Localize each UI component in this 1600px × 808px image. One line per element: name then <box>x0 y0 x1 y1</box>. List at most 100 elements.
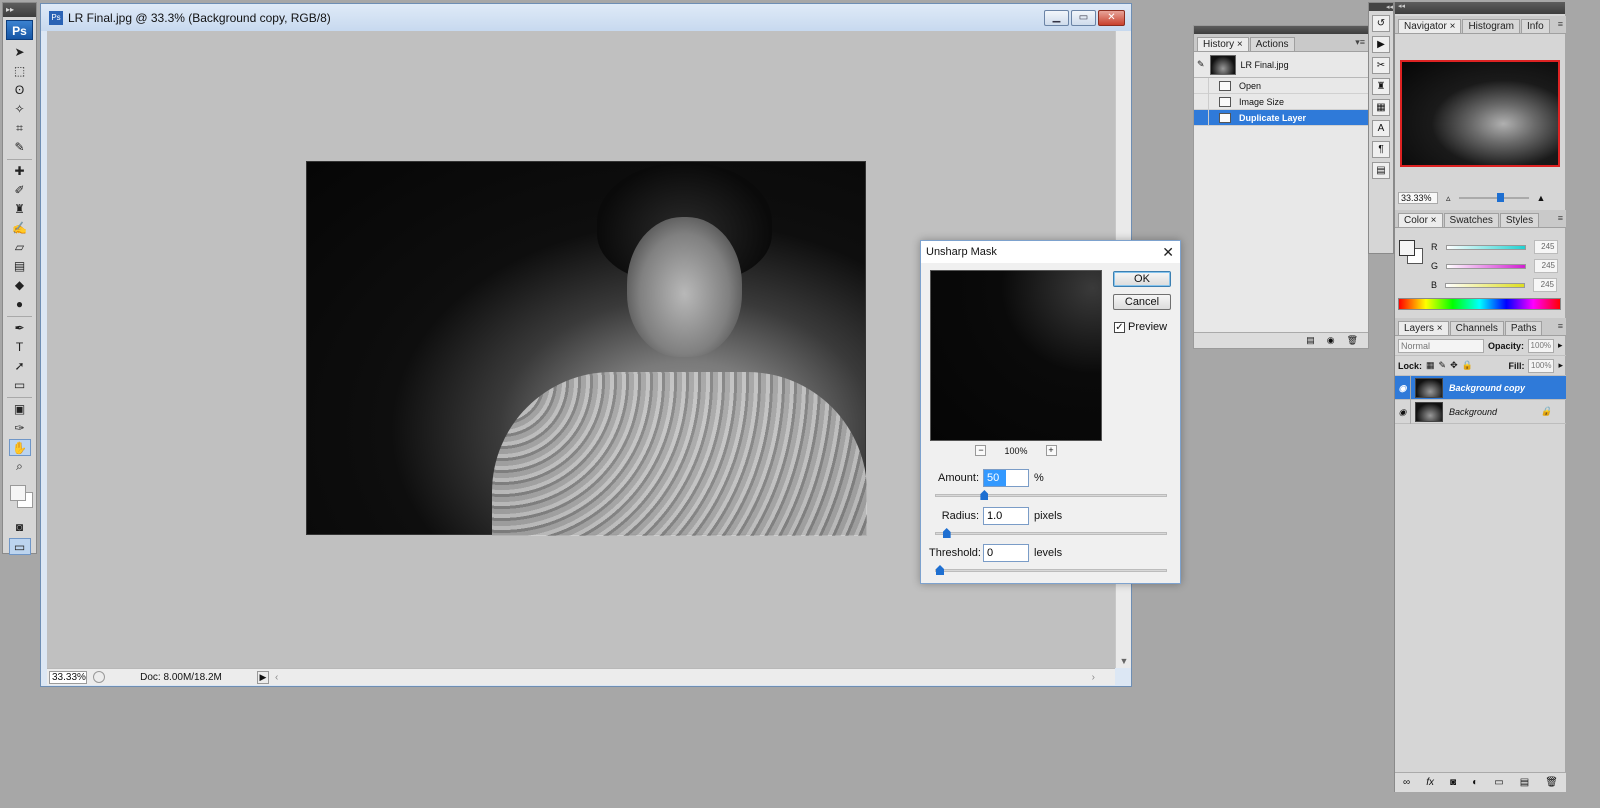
dialog-close-icon[interactable]: ✕ <box>1162 244 1174 261</box>
panel-menu-icon[interactable]: ≡ <box>1558 213 1563 223</box>
status-info-icon[interactable] <box>93 671 105 683</box>
tab-navigator[interactable]: Navigator × <box>1398 19 1462 33</box>
zoom-out-button[interactable]: − <box>975 445 987 456</box>
tab-histogram[interactable]: Histogram <box>1462 19 1521 33</box>
character-panel-icon[interactable]: A <box>1372 120 1390 137</box>
channel-slider[interactable] <box>1446 263 1527 269</box>
type-tool-icon[interactable]: T <box>9 339 31 356</box>
zoom-in-button[interactable]: + <box>1045 445 1057 456</box>
actions-panel-icon[interactable]: ▶ <box>1372 36 1390 53</box>
dialog-titlebar[interactable]: Unsharp Mask <box>921 241 1180 263</box>
opacity-field[interactable]: 100% <box>1528 338 1555 353</box>
fill-arrow-icon[interactable]: ▸ <box>1558 360 1563 371</box>
link-layers-icon[interactable]: ∞ <box>1403 777 1410 788</box>
foreground-color-box[interactable] <box>1399 240 1415 256</box>
channel-slider[interactable] <box>1445 244 1526 250</box>
delete-layer-icon[interactable]: 🗑 <box>1545 777 1558 788</box>
tool-presets-icon[interactable]: ✂ <box>1372 57 1390 74</box>
amount-input[interactable] <box>983 469 1029 487</box>
layer-style-icon[interactable]: fx <box>1426 777 1434 788</box>
history-brush-tool-icon[interactable]: ✍ <box>9 220 31 237</box>
layer-mask-icon[interactable]: ◙ <box>1450 777 1456 788</box>
tab-color[interactable]: Color × <box>1398 213 1443 227</box>
threshold-input[interactable] <box>983 544 1029 562</box>
visibility-eye-icon[interactable]: ◉ <box>1395 399 1411 424</box>
gradient-tool-icon[interactable]: ▤ <box>9 258 31 275</box>
brush-source-icon[interactable]: ✎ <box>1197 59 1205 70</box>
quick-mask-icon[interactable]: ◙ <box>9 519 31 536</box>
tab-layers[interactable]: Layers × <box>1398 321 1449 335</box>
panel-menu-icon[interactable]: ≡ <box>1558 19 1563 29</box>
preview-checkbox[interactable]: ✓ <box>1114 321 1125 333</box>
preview-toggle[interactable]: ✓ Preview <box>1114 321 1167 333</box>
fill-field[interactable]: 100% <box>1528 358 1555 373</box>
move-tool-icon[interactable]: ➤ <box>9 44 31 61</box>
tab-swatches[interactable]: Swatches <box>1443 213 1499 227</box>
navigator-zoom-slider[interactable] <box>1458 193 1529 202</box>
visibility-eye-icon[interactable]: ◉ <box>1395 375 1411 400</box>
tab-history[interactable]: History × <box>1197 37 1249 51</box>
close-button[interactable]: ✕ <box>1098 10 1125 26</box>
radius-slider-thumb[interactable] <box>942 528 951 538</box>
clone-stamp-tool-icon[interactable]: ♜ <box>9 201 31 218</box>
tools-grip[interactable]: ▸▸ <box>3 3 36 17</box>
channel-value[interactable]: 245 <box>1533 240 1558 254</box>
tab-actions[interactable]: Actions <box>1249 37 1295 51</box>
strip-collapse-icon[interactable]: ◂◂ <box>1369 3 1393 11</box>
color-swatches[interactable] <box>3 479 36 515</box>
adjustment-layer-icon[interactable]: ◐ <box>1472 777 1478 788</box>
scroll-left-icon[interactable]: ‹ <box>275 672 278 683</box>
zoom-tool-icon[interactable]: ⌕ <box>9 458 31 475</box>
crop-tool-icon[interactable]: ⌗ <box>9 120 31 137</box>
channel-slider[interactable] <box>1445 282 1526 288</box>
brush-tool-icon[interactable]: ✐ <box>9 182 31 199</box>
eyedropper-tool-icon[interactable]: ✎ <box>9 139 31 156</box>
eyedropper2-tool-icon[interactable]: ✑ <box>9 420 31 437</box>
paragraph-panel-icon[interactable]: ¶ <box>1372 141 1390 158</box>
navigator-preview[interactable] <box>1400 60 1560 167</box>
shape-tool-icon[interactable]: ▭ <box>9 377 31 394</box>
panel-menu-icon[interactable]: ≡ <box>1558 321 1563 331</box>
document-titlebar[interactable]: Ps LR Final.jpg @ 33.3% (Background copy… <box>41 4 1131 31</box>
new-document-icon[interactable]: ▤ <box>1306 335 1315 346</box>
screen-mode-icon[interactable]: ▭ <box>8 538 31 555</box>
channel-value[interactable]: 245 <box>1534 259 1559 273</box>
pen-tool-icon[interactable]: ✒ <box>9 320 31 337</box>
radius-slider[interactable] <box>935 528 1167 538</box>
dock-collapse-icon[interactable]: ◂◂ <box>1395 2 1565 14</box>
cancel-button[interactable]: Cancel <box>1113 294 1171 310</box>
navigator-zoom-field[interactable]: 33.33% <box>1398 192 1438 204</box>
path-selection-tool-icon[interactable]: ➚ <box>9 358 31 375</box>
history-panel-icon[interactable]: ↺ <box>1372 15 1390 32</box>
threshold-slider[interactable] <box>935 565 1167 575</box>
history-brush-source-box[interactable] <box>1194 109 1209 126</box>
zoom-in-icon[interactable]: ▲ <box>1537 193 1546 203</box>
amount-slider[interactable] <box>935 490 1167 500</box>
panel-menu-icon[interactable]: ▾≡ <box>1355 37 1365 48</box>
eraser-tool-icon[interactable]: ▱ <box>9 239 31 256</box>
magic-wand-tool-icon[interactable]: ✧ <box>9 101 31 118</box>
healing-brush-tool-icon[interactable]: ✚ <box>9 163 31 180</box>
trash-icon[interactable]: 🗑 <box>1347 335 1358 346</box>
scroll-right-icon[interactable]: › <box>1092 672 1095 683</box>
tab-info[interactable]: Info <box>1521 19 1550 33</box>
new-snapshot-icon[interactable]: ◉ <box>1327 335 1335 346</box>
lock-position-icon[interactable]: ✥ <box>1450 360 1458 371</box>
channel-value[interactable]: 245 <box>1533 278 1558 292</box>
clone-source-icon[interactable]: ♜ <box>1372 78 1390 95</box>
color-spectrum[interactable] <box>1398 298 1561 310</box>
ok-button[interactable]: OK <box>1113 271 1171 287</box>
history-brush-source-box[interactable] <box>1194 77 1209 94</box>
history-item[interactable]: Duplicate Layer <box>1194 109 1368 126</box>
notes-panel-icon[interactable]: ▤ <box>1372 162 1390 179</box>
dodge-tool-icon[interactable]: ● <box>9 296 31 313</box>
hand-tool-icon[interactable]: ✋ <box>8 439 31 456</box>
blur-tool-icon[interactable]: ◆ <box>9 277 31 294</box>
tab-paths[interactable]: Paths <box>1504 321 1543 335</box>
scroll-down-icon[interactable]: ▼ <box>1116 656 1132 666</box>
tab-styles[interactable]: Styles <box>1499 213 1540 227</box>
amount-slider-thumb[interactable] <box>980 490 989 500</box>
threshold-slider-thumb[interactable] <box>936 565 944 575</box>
new-layer-icon[interactable]: ▤ <box>1520 777 1529 788</box>
blend-mode-select[interactable]: Normal <box>1398 338 1484 353</box>
